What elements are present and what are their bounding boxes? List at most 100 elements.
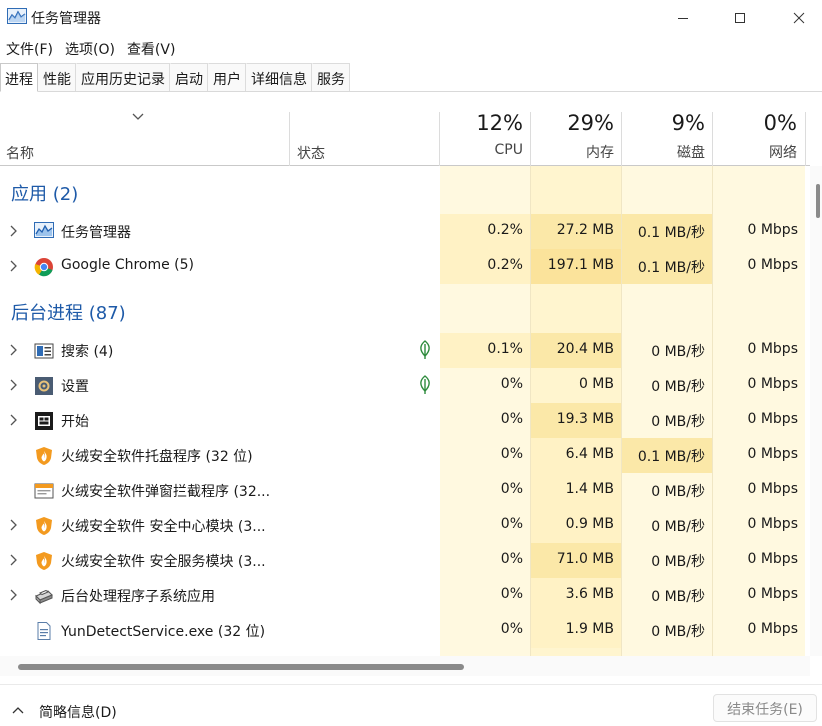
tab-processes[interactable]: 进程 bbox=[0, 63, 38, 92]
memory-cell: 0 MB bbox=[531, 368, 621, 403]
disk-cell: 0 MB/秒 bbox=[622, 508, 712, 543]
tab-services[interactable]: 服务 bbox=[312, 63, 350, 91]
start-icon bbox=[34, 411, 54, 431]
network-cell: 0 Mbps bbox=[713, 403, 805, 438]
column-header-network[interactable]: 0% 网络 bbox=[709, 110, 797, 162]
minimize-button[interactable] bbox=[660, 0, 706, 36]
disk-total-percent: 9% bbox=[671, 111, 705, 135]
network-cell: 0 Mbps bbox=[713, 368, 805, 403]
disk-cell: 0 MB/秒 bbox=[622, 578, 712, 613]
memory-cell: 1.9 MB bbox=[531, 613, 621, 648]
menu-options[interactable]: 选项(O) bbox=[59, 36, 121, 61]
chevron-right-icon[interactable] bbox=[8, 224, 18, 242]
tab-app-history[interactable]: 应用历史记录 bbox=[76, 63, 170, 91]
cpu-cell: 0% bbox=[440, 543, 530, 578]
process-list: 应用 (2) 0.2% 27.2 MB 0.1 MB/秒 0 Mbps 任务管理器 0.2… bbox=[0, 166, 810, 656]
network-total-percent: 0% bbox=[763, 111, 797, 135]
close-button[interactable] bbox=[776, 0, 822, 36]
tab-users[interactable]: 用户 bbox=[208, 63, 246, 91]
menu-file[interactable]: 文件(F) bbox=[0, 36, 59, 61]
column-header-cpu[interactable]: 12% CPU bbox=[435, 110, 523, 158]
end-task-button[interactable]: 结束任务(E) bbox=[713, 694, 817, 722]
memory-cell: 197.1 MB bbox=[531, 249, 621, 284]
group-header-apps[interactable]: 应用 (2) bbox=[0, 177, 810, 207]
chevron-right-icon[interactable] bbox=[8, 518, 18, 536]
group-title-apps: 应用 (2) bbox=[11, 184, 79, 205]
cpu-cell: 0% bbox=[440, 508, 530, 543]
maximize-icon bbox=[735, 13, 745, 23]
task-manager-icon bbox=[7, 8, 27, 24]
disk-cell: 0 MB/秒 bbox=[622, 613, 712, 648]
chevron-right-icon[interactable] bbox=[8, 413, 18, 431]
process-row[interactable]: 0.1% 20.4 MB 0 MB/秒 0 Mbps 搜索 (4) bbox=[0, 333, 810, 368]
process-row[interactable]: 0.2% 27.2 MB 0.1 MB/秒 0 Mbps 任务管理器 bbox=[0, 214, 810, 249]
chevron-right-icon[interactable] bbox=[8, 378, 18, 396]
tab-startup[interactable]: 启动 bbox=[170, 63, 208, 91]
chrome-icon bbox=[34, 257, 54, 277]
network-cell: 0 Mbps bbox=[713, 508, 805, 543]
column-header-memory[interactable]: 29% 内存 bbox=[526, 110, 614, 162]
process-row[interactable]: 0% 71.0 MB 0 MB/秒 0 Mbps 火绒安全软件 安全服务模块 (3... bbox=[0, 543, 810, 578]
sort-chevron-down-icon[interactable] bbox=[131, 110, 145, 126]
document-icon bbox=[34, 621, 54, 641]
network-cell: 0 Mbps bbox=[713, 543, 805, 578]
close-icon bbox=[793, 12, 805, 24]
process-row[interactable]: 0% 19.3 MB 0 MB/秒 0 Mbps 开始 bbox=[0, 403, 810, 438]
process-name: Google Chrome (5) bbox=[61, 257, 195, 273]
vertical-scrollbar-thumb[interactable] bbox=[816, 184, 820, 218]
maximize-button[interactable] bbox=[717, 0, 763, 36]
chevron-up-icon[interactable] bbox=[11, 703, 25, 719]
minimize-icon bbox=[678, 18, 688, 19]
huorong-shield-icon bbox=[34, 446, 54, 466]
tab-details[interactable]: 详细信息 bbox=[246, 63, 312, 91]
chevron-right-icon[interactable] bbox=[8, 553, 18, 571]
group-title-background: 后台进程 (87) bbox=[11, 303, 126, 324]
column-header-name[interactable]: 名称 bbox=[6, 143, 34, 163]
chevron-right-icon[interactable] bbox=[8, 588, 18, 606]
cpu-cell: 0% bbox=[440, 578, 530, 613]
network-cell: 0 Mbps bbox=[713, 473, 805, 508]
column-header-disk[interactable]: 9% 磁盘 bbox=[617, 110, 705, 162]
tab-performance[interactable]: 性能 bbox=[38, 63, 76, 91]
chevron-right-icon[interactable] bbox=[8, 259, 18, 277]
search-app-icon bbox=[34, 341, 54, 361]
fewer-details-link[interactable]: 简略信息(D) bbox=[39, 702, 117, 722]
menu-bar: 文件(F) 选项(O) 查看(V) bbox=[0, 36, 822, 61]
tab-bar: 进程 性能 应用历史记录 启动 用户 详细信息 服务 bbox=[0, 63, 822, 92]
memory-cell: 71.0 MB bbox=[531, 543, 621, 578]
process-row[interactable]: 0% 3.6 MB 0 MB/秒 0 Mbps 后台处理程序子系统应用 bbox=[0, 578, 810, 613]
popup-blocker-icon bbox=[34, 481, 54, 501]
cpu-cell: 0.2% bbox=[440, 214, 530, 249]
cpu-cell: 0.2% bbox=[440, 249, 530, 284]
horizontal-scrollbar-thumb[interactable] bbox=[18, 664, 464, 670]
network-cell: 0 Mbps bbox=[713, 249, 805, 284]
efficiency-mode-leaf-icon bbox=[417, 340, 433, 364]
process-name: 火绒安全软件 安全中心模块 (3... bbox=[61, 519, 266, 535]
network-cell: 0 Mbps bbox=[713, 333, 805, 368]
process-name: 搜索 (4) bbox=[61, 344, 114, 360]
disk-cell: 0 MB/秒 bbox=[622, 368, 712, 403]
settings-gear-icon bbox=[34, 376, 54, 396]
process-row[interactable]: 0% 1.9 MB 0 MB/秒 0 Mbps YunDetectService.exe… bbox=[0, 613, 810, 648]
chevron-right-icon[interactable] bbox=[8, 343, 18, 361]
cpu-cell: 0% bbox=[440, 473, 530, 508]
process-row[interactable]: 0% 0.9 MB 0 MB/秒 0 Mbps 火绒安全软件 安全中心模块 (3... bbox=[0, 508, 810, 543]
process-row[interactable]: 0% 6.4 MB 0.1 MB/秒 0 Mbps 火绒安全软件托盘程序 (32 位) bbox=[0, 438, 810, 473]
menu-view[interactable]: 查看(V) bbox=[121, 36, 182, 61]
process-row[interactable]: 0% 1.4 MB 0 MB/秒 0 Mbps 火绒安全软件弹窗拦截程序 (32... bbox=[0, 473, 810, 508]
title-bar: 任务管理器 bbox=[0, 0, 822, 36]
group-header-background[interactable]: 后台进程 (87) bbox=[0, 296, 810, 326]
memory-cell: 19.3 MB bbox=[531, 403, 621, 438]
network-cell: 0 Mbps bbox=[713, 214, 805, 249]
column-header-status[interactable]: 状态 bbox=[297, 143, 325, 163]
column-divider[interactable] bbox=[289, 112, 290, 166]
process-row[interactable]: 0% 0 MB 0 MB/秒 0 Mbps 设置 bbox=[0, 368, 810, 403]
disk-label: 磁盘 bbox=[677, 145, 705, 161]
process-name: 设置 bbox=[61, 379, 89, 395]
disk-cell: 0.1 MB/秒 bbox=[622, 438, 712, 473]
vertical-scrollbar[interactable] bbox=[810, 166, 822, 656]
memory-cell: 1.4 MB bbox=[531, 473, 621, 508]
network-label: 网络 bbox=[769, 145, 797, 161]
process-row[interactable]: 0.2% 197.1 MB 0.1 MB/秒 0 Mbps Google Chrome … bbox=[0, 249, 810, 284]
footer-bar: 简略信息(D) 结束任务(E) bbox=[0, 684, 822, 726]
